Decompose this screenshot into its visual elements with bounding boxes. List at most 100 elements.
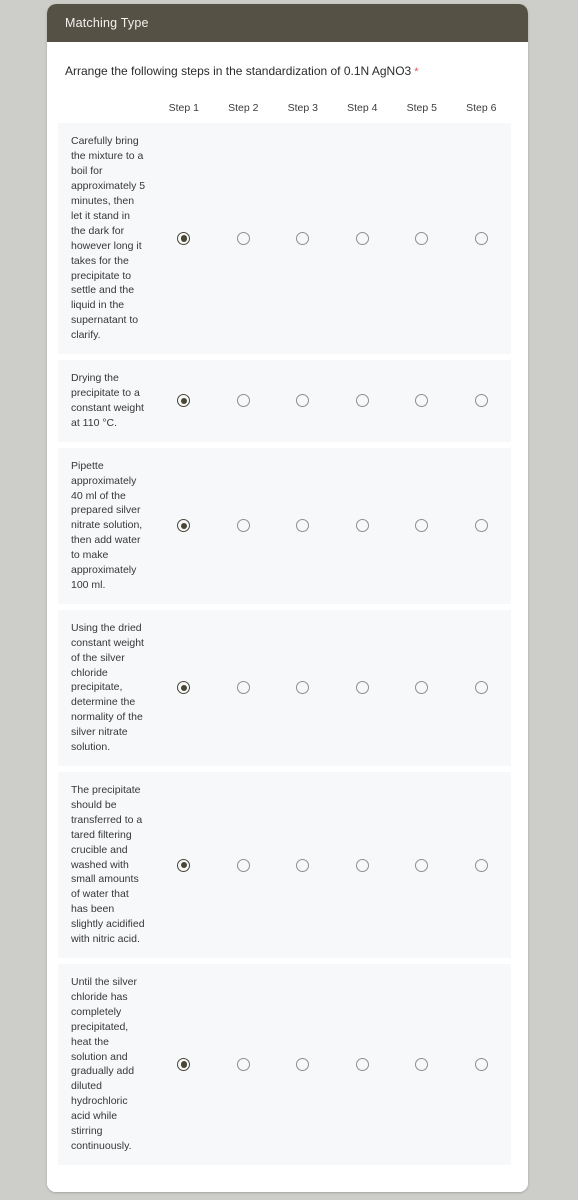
radio-button-step-5[interactable] [415, 681, 429, 695]
matrix-row-options [154, 123, 511, 354]
radio-button-step-1[interactable] [177, 519, 191, 533]
matrix-row-label: Carefully bring the mixture to a boil fo… [71, 135, 146, 342]
radio-button-step-3[interactable] [296, 232, 310, 246]
radio-cell-step-3[interactable] [273, 519, 333, 533]
radio-button-step-3[interactable] [296, 394, 310, 408]
column-header-label: Step 4 [347, 102, 378, 115]
radio-cell-step-2[interactable] [214, 858, 274, 872]
radio-cell-step-2[interactable] [214, 232, 274, 246]
column-header-label: Step 1 [168, 102, 199, 115]
radio-button-step-4[interactable] [355, 858, 369, 872]
radio-cell-step-4[interactable] [333, 232, 393, 246]
matrix-row-label: Pipette approximately 40 ml of the prepa… [71, 459, 143, 591]
question-text: Arrange the following steps in the stand… [65, 64, 412, 78]
matrix-row: Drying the precipitate to a constant wei… [58, 360, 511, 442]
radio-button-step-6[interactable] [474, 1057, 488, 1071]
radio-button-step-5[interactable] [415, 394, 429, 408]
radio-button-step-1[interactable] [177, 232, 191, 246]
radio-button-step-6[interactable] [474, 394, 488, 408]
radio-button-step-5[interactable] [415, 858, 429, 872]
radio-button-step-4[interactable] [355, 394, 369, 408]
radio-cell-step-1[interactable] [154, 232, 214, 246]
radio-button-step-1[interactable] [177, 394, 191, 408]
radio-cell-step-4[interactable] [333, 858, 393, 872]
radio-button-step-5[interactable] [415, 519, 429, 533]
matrix-column-headers: Step 1 Step 2 Step 3 Step 4 Step 5 Step … [154, 102, 511, 114]
matrix-row-label: The precipitate should be transferred to… [71, 784, 145, 946]
radio-cell-step-6[interactable] [452, 858, 512, 872]
radio-cell-step-3[interactable] [273, 394, 333, 408]
radio-button-step-3[interactable] [296, 858, 310, 872]
matrix-corner-cell [58, 102, 154, 114]
radio-cell-step-1[interactable] [154, 681, 214, 695]
radio-cell-step-3[interactable] [273, 858, 333, 872]
column-header-step-3: Step 3 [273, 102, 333, 114]
radio-cell-step-4[interactable] [333, 394, 393, 408]
radio-cell-step-1[interactable] [154, 1057, 214, 1071]
required-asterisk: * [414, 66, 419, 78]
radio-button-step-3[interactable] [296, 1057, 310, 1071]
radio-cell-step-5[interactable] [392, 519, 452, 533]
radio-button-step-2[interactable] [236, 232, 250, 246]
radio-button-step-3[interactable] [296, 519, 310, 533]
matrix-row: The precipitate should be transferred to… [58, 772, 511, 958]
radio-cell-step-1[interactable] [154, 858, 214, 872]
radio-cell-step-6[interactable] [452, 519, 512, 533]
radio-button-step-4[interactable] [355, 232, 369, 246]
radio-cell-step-3[interactable] [273, 1057, 333, 1071]
radio-button-step-1[interactable] [177, 681, 191, 695]
radio-cell-step-3[interactable] [273, 232, 333, 246]
radio-cell-step-2[interactable] [214, 394, 274, 408]
radio-cell-step-6[interactable] [452, 681, 512, 695]
radio-button-step-6[interactable] [474, 681, 488, 695]
radio-button-step-4[interactable] [355, 1057, 369, 1071]
radio-button-step-6[interactable] [474, 232, 488, 246]
radio-button-step-3[interactable] [296, 681, 310, 695]
radio-cell-step-4[interactable] [333, 1057, 393, 1071]
radio-cell-step-4[interactable] [333, 681, 393, 695]
question-block: Arrange the following steps in the stand… [47, 42, 528, 80]
radio-cell-step-2[interactable] [214, 1057, 274, 1071]
radio-cell-step-5[interactable] [392, 232, 452, 246]
radio-button-step-2[interactable] [236, 394, 250, 408]
radio-button-step-4[interactable] [355, 681, 369, 695]
column-header-step-5: Step 5 [392, 102, 452, 114]
radio-button-step-5[interactable] [415, 232, 429, 246]
matrix-row-label: Drying the precipitate to a constant wei… [71, 372, 144, 429]
radio-cell-step-2[interactable] [214, 519, 274, 533]
radio-button-step-5[interactable] [415, 1057, 429, 1071]
matrix-row-options [154, 772, 511, 958]
radio-cell-step-5[interactable] [392, 394, 452, 408]
matrix-row-options [154, 964, 511, 1165]
radio-cell-step-4[interactable] [333, 519, 393, 533]
quiz-card: Matching Type Arrange the following step… [47, 4, 528, 1192]
radio-cell-step-6[interactable] [452, 232, 512, 246]
radio-button-step-2[interactable] [236, 681, 250, 695]
radio-cell-step-5[interactable] [392, 681, 452, 695]
radio-cell-step-1[interactable] [154, 519, 214, 533]
radio-cell-step-5[interactable] [392, 1057, 452, 1071]
matrix-row: Carefully bring the mixture to a boil fo… [58, 123, 511, 355]
radio-cell-step-6[interactable] [452, 394, 512, 408]
matrix-row-label: Until the silver chloride has completely… [71, 975, 137, 1152]
radio-cell-step-5[interactable] [392, 858, 452, 872]
radio-cell-step-6[interactable] [452, 1057, 512, 1071]
radio-button-step-6[interactable] [474, 519, 488, 533]
column-header-label: Step 3 [287, 102, 318, 115]
radio-button-step-6[interactable] [474, 858, 488, 872]
card-body: Arrange the following steps in the stand… [47, 42, 528, 1192]
column-header-step-6: Step 6 [452, 102, 512, 114]
radio-button-step-1[interactable] [177, 858, 191, 872]
matrix-row: Pipette approximately 40 ml of the prepa… [58, 447, 512, 604]
matrix-row-options [154, 360, 511, 442]
radio-cell-step-2[interactable] [214, 681, 274, 695]
radio-button-step-2[interactable] [236, 1057, 250, 1071]
radio-cell-step-1[interactable] [154, 394, 214, 408]
radio-button-step-2[interactable] [236, 858, 250, 872]
radio-button-step-2[interactable] [236, 519, 250, 533]
radio-button-step-4[interactable] [355, 519, 369, 533]
matrix-row-label: Using the dried constant weight of the s… [71, 621, 144, 754]
column-header-label: Step 2 [228, 102, 259, 115]
radio-cell-step-3[interactable] [273, 681, 333, 695]
radio-button-step-1[interactable] [177, 1057, 191, 1071]
